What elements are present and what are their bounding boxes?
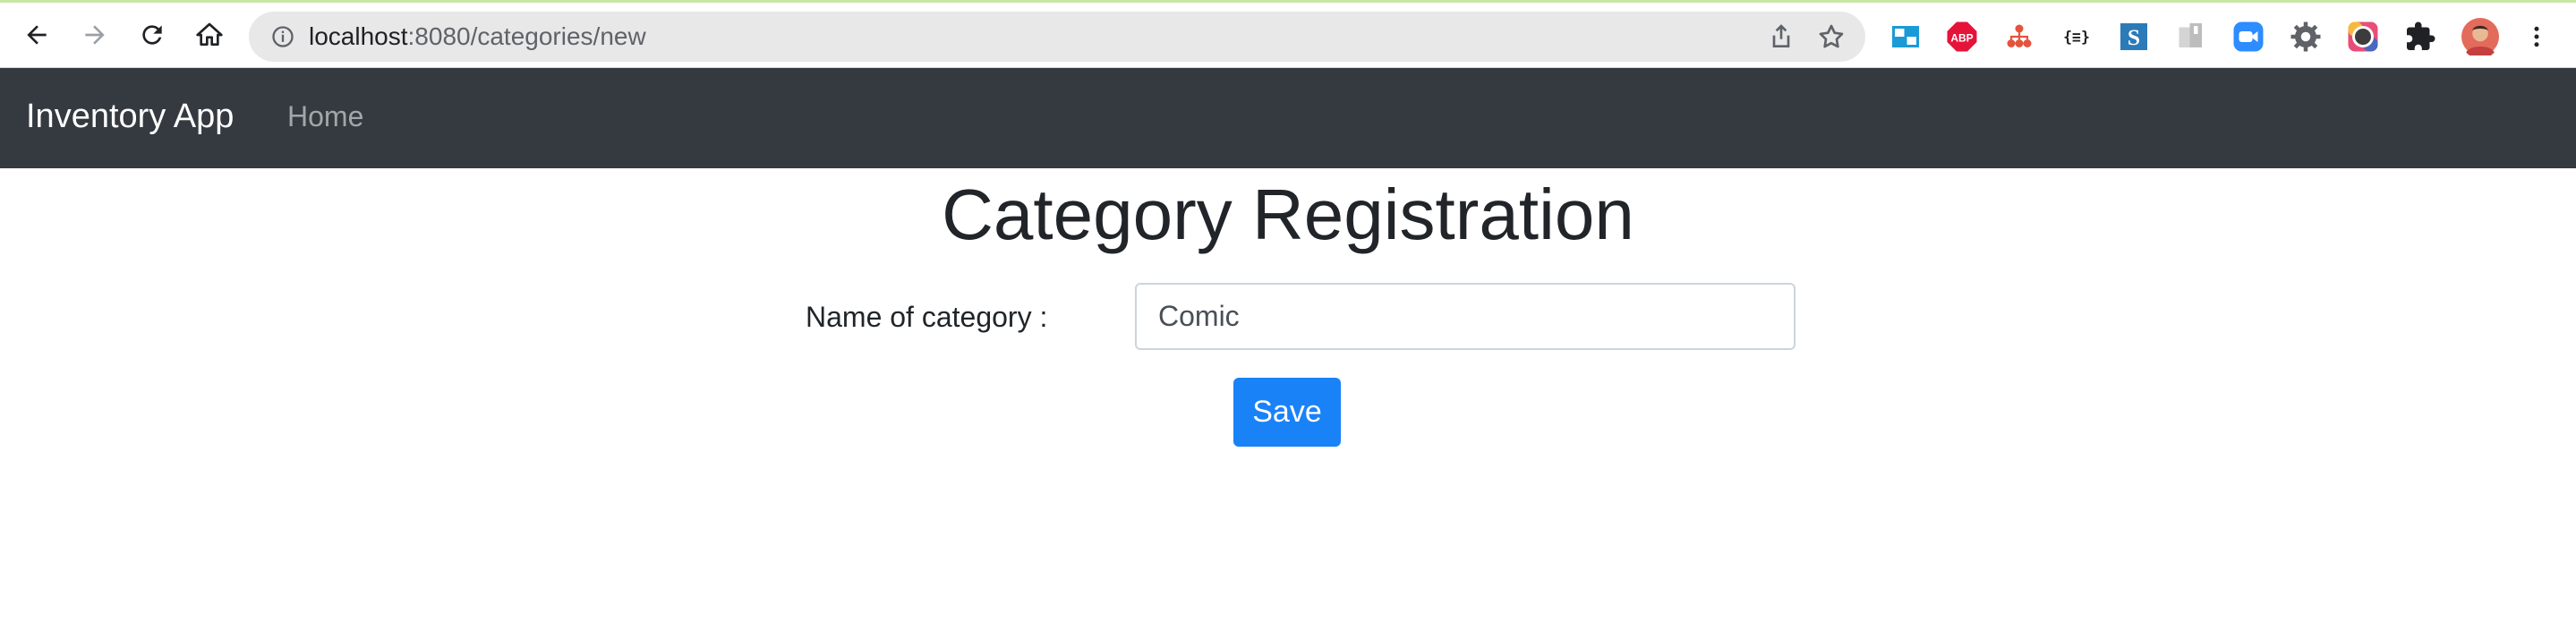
zoom-extension-icon[interactable] [2232,21,2265,53]
url-path: :8080/categories/new [407,22,646,50]
svg-text:{≡}: {≡} [2063,29,2090,46]
s-extension-icon[interactable]: S [2118,21,2150,53]
url-text[interactable]: localhost:8080/categories/new [309,22,646,51]
reload-icon [142,25,162,45]
back-button[interactable] [19,17,55,53]
url-host: localhost [309,22,408,50]
save-button[interactable]: Save [1233,378,1341,447]
app-navbar: Inventory App Home [0,68,2576,168]
browser-toolbar: localhost:8080/categories/new ABP {≡} S [0,0,2576,68]
arrow-right-icon [85,25,105,45]
reload-button[interactable] [134,17,170,53]
navbar-brand[interactable]: Inventory App [26,95,234,138]
gear-extension-icon[interactable] [2290,21,2322,53]
puzzle-icon[interactable] [2404,21,2436,53]
category-name-label: Name of category : [806,301,1048,333]
info-icon[interactable] [270,24,295,49]
svg-text:S: S [2128,24,2140,50]
tab-manager-extension-icon[interactable] [1889,21,1922,53]
forward-button[interactable] [77,17,113,53]
profile-avatar[interactable] [2461,18,2499,55]
color-ring-extension-icon[interactable] [2347,21,2379,53]
more-menu-icon[interactable] [2526,21,2547,53]
page-title: Category Registration [942,175,1634,254]
share-icon[interactable] [1767,22,1796,51]
bookmark-extension-icon[interactable] [2175,21,2207,53]
svg-text:ABP: ABP [1950,31,1973,44]
star-icon[interactable] [1817,22,1846,51]
category-name-input[interactable] [1135,283,1796,350]
nav-link-home[interactable]: Home [287,98,363,134]
arrow-left-icon [27,25,47,45]
hierarchy-extension-icon[interactable] [2003,21,2035,53]
home-icon [196,22,223,46]
address-bar[interactable]: localhost:8080/categories/new [249,12,1865,62]
json-extension-icon[interactable]: {≡} [2060,21,2093,53]
home-button[interactable] [192,17,227,53]
adblock-plus-icon[interactable]: ABP [1946,21,1978,53]
